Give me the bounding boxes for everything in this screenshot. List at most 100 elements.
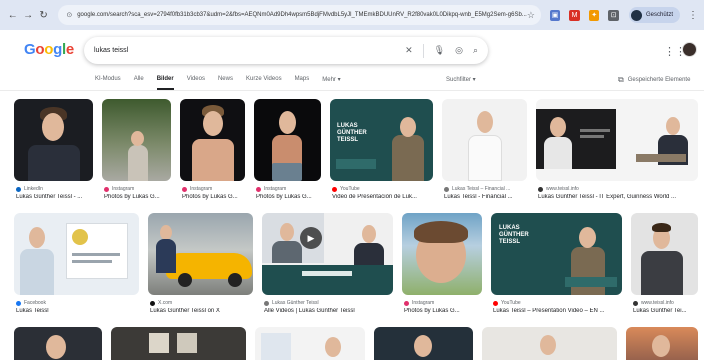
result-figure	[550, 117, 566, 137]
profile-chip[interactable]: Geschützt	[629, 7, 681, 23]
forward-icon[interactable]: →	[21, 8, 34, 22]
slide-title: LUKAS GÜNTHER TEISSL	[499, 225, 529, 245]
search-icon[interactable]: ⌕	[473, 45, 478, 56]
result-caption[interactable]: Photos by Lukas G...	[104, 194, 174, 200]
image-result[interactable]: LUKAS GÜNTHER TEISSL	[491, 213, 622, 295]
search-box[interactable]: lukas teissl ✕ 🎙 ◎ ⌕	[84, 37, 488, 64]
result-figure	[203, 111, 223, 136]
image-result[interactable]	[14, 99, 93, 181]
profile-label: Geschützt	[646, 12, 674, 18]
result-caption[interactable]: Lukas Teissl	[16, 308, 138, 314]
result-caption[interactable]: Lukas Günther Teissl on X	[150, 308, 254, 314]
result-caption[interactable]: Lukas Günther Teissl - IT Expert, Guinne…	[538, 194, 696, 200]
result-source: Instagram	[256, 186, 324, 192]
image-result[interactable]	[482, 327, 617, 360]
play-icon[interactable]: ▶	[300, 227, 322, 249]
search-divider	[422, 43, 424, 58]
result-figure	[156, 239, 176, 273]
tab-alle[interactable]: Alle	[134, 76, 144, 90]
image-result[interactable]	[442, 99, 527, 181]
result-caption[interactable]: Alle Videos | Lukas Günther Teissl	[264, 308, 392, 314]
result-figure	[414, 221, 468, 243]
result-caption[interactable]: Video de Presentación de Luk...	[332, 194, 432, 200]
result-source: X.com	[150, 300, 254, 306]
result-figure	[29, 227, 45, 248]
image-result[interactable]	[102, 99, 171, 181]
result-figure	[392, 135, 424, 181]
extension-puzzle-icon[interactable]: ✦	[588, 9, 600, 21]
saved-items-link[interactable]: ⧉ Gespeicherte Elemente	[618, 75, 690, 85]
result-caption[interactable]: Lukas Günther Tei...	[633, 308, 699, 314]
tab-videos[interactable]: Videos	[187, 76, 205, 90]
result-figure	[192, 139, 234, 181]
result-caption[interactable]: Photos by Lukas G...	[182, 194, 248, 200]
result-figure	[128, 145, 148, 181]
result-caption[interactable]: Photos by Lukas G...	[404, 308, 484, 314]
result-figure	[160, 225, 172, 240]
result-caption[interactable]: Photos by Lukas G...	[256, 194, 324, 200]
image-result[interactable]	[254, 99, 321, 181]
result-source: Instagram	[182, 186, 248, 192]
image-result[interactable]	[536, 99, 698, 181]
back-icon[interactable]: ←	[6, 8, 19, 22]
profile-avatar	[631, 9, 642, 21]
result-caption[interactable]: Lukas Günther Teissl - ...	[16, 194, 96, 200]
result-figure	[272, 163, 302, 181]
image-result[interactable]	[402, 213, 482, 295]
document-card	[261, 333, 291, 360]
result-source: www.teissl.info	[538, 186, 696, 192]
result-figure	[362, 225, 376, 243]
image-result[interactable]	[148, 213, 253, 295]
result-caption[interactable]: Lukas Teissl – Presentation Video – EN .…	[493, 308, 621, 314]
microphone-icon[interactable]: 🎙	[434, 45, 445, 56]
tab-kurze-videos[interactable]: Kurze Videos	[246, 76, 282, 90]
photo-frame	[149, 333, 169, 353]
reload-icon[interactable]: ↻	[37, 8, 50, 22]
tab-bilder[interactable]: Bilder	[156, 76, 174, 90]
result-source: Facebook	[16, 300, 138, 306]
document-text-line	[72, 253, 120, 256]
result-figure	[468, 135, 502, 181]
image-result[interactable]	[14, 213, 139, 295]
banner-desk	[636, 154, 686, 162]
saved-items-label: Gespeicherte Elemente	[627, 77, 691, 83]
url-text: google.com/search?sca_esv=2794f0fb31b3cb…	[77, 12, 527, 18]
slide-title: LUKAS GÜNTHER TEISSL	[337, 123, 367, 143]
result-figure	[280, 223, 294, 241]
image-result[interactable]	[111, 327, 246, 360]
tab-mehr[interactable]: Mehr ▾	[322, 76, 340, 90]
extension-icon[interactable]: ▣	[549, 9, 561, 21]
image-result[interactable]	[255, 327, 365, 360]
bookmark-star-icon[interactable]: ☆	[527, 10, 535, 21]
tab-maps[interactable]: Maps	[295, 76, 310, 90]
car-wheel	[178, 273, 192, 287]
image-result[interactable]: ▶	[262, 213, 393, 295]
lens-icon[interactable]: ◎	[455, 45, 463, 56]
browser-menu-icon[interactable]: ⋮	[688, 10, 698, 21]
result-figure	[544, 137, 572, 169]
image-result[interactable]: LUKAS GÜNTHER TEISSL	[330, 99, 433, 181]
image-result[interactable]	[180, 99, 245, 181]
result-caption[interactable]: Lukas Teissl - Financial ...	[444, 194, 530, 200]
google-logo[interactable]: Google	[24, 41, 74, 58]
gmail-icon[interactable]: M	[569, 9, 580, 21]
account-avatar[interactable]	[682, 42, 697, 57]
clear-icon[interactable]: ✕	[405, 45, 413, 56]
tab-news[interactable]: News	[218, 76, 233, 90]
search-input[interactable]: lukas teissl	[94, 47, 395, 54]
image-result[interactable]	[626, 327, 698, 360]
banner-text-line	[302, 271, 352, 276]
image-result[interactable]	[14, 327, 102, 360]
result-source: LinkedIn	[16, 186, 96, 192]
result-figure	[400, 117, 416, 137]
image-result[interactable]	[631, 213, 698, 295]
address-bar[interactable]: ⊙ google.com/search?sca_esv=2794f0fb31b3…	[58, 5, 541, 25]
result-figure	[46, 335, 66, 359]
banner-text-line	[580, 135, 604, 138]
bookmark-icon: ⧉	[618, 75, 624, 84]
site-info-icon[interactable]: ⊙	[66, 11, 72, 19]
tab-ki-modus[interactable]: KI-Modus	[95, 76, 121, 90]
image-result[interactable]	[374, 327, 473, 360]
search-filter-button[interactable]: Suchfilter ▾	[446, 76, 476, 83]
downloads-icon[interactable]: ⊡	[608, 9, 619, 21]
